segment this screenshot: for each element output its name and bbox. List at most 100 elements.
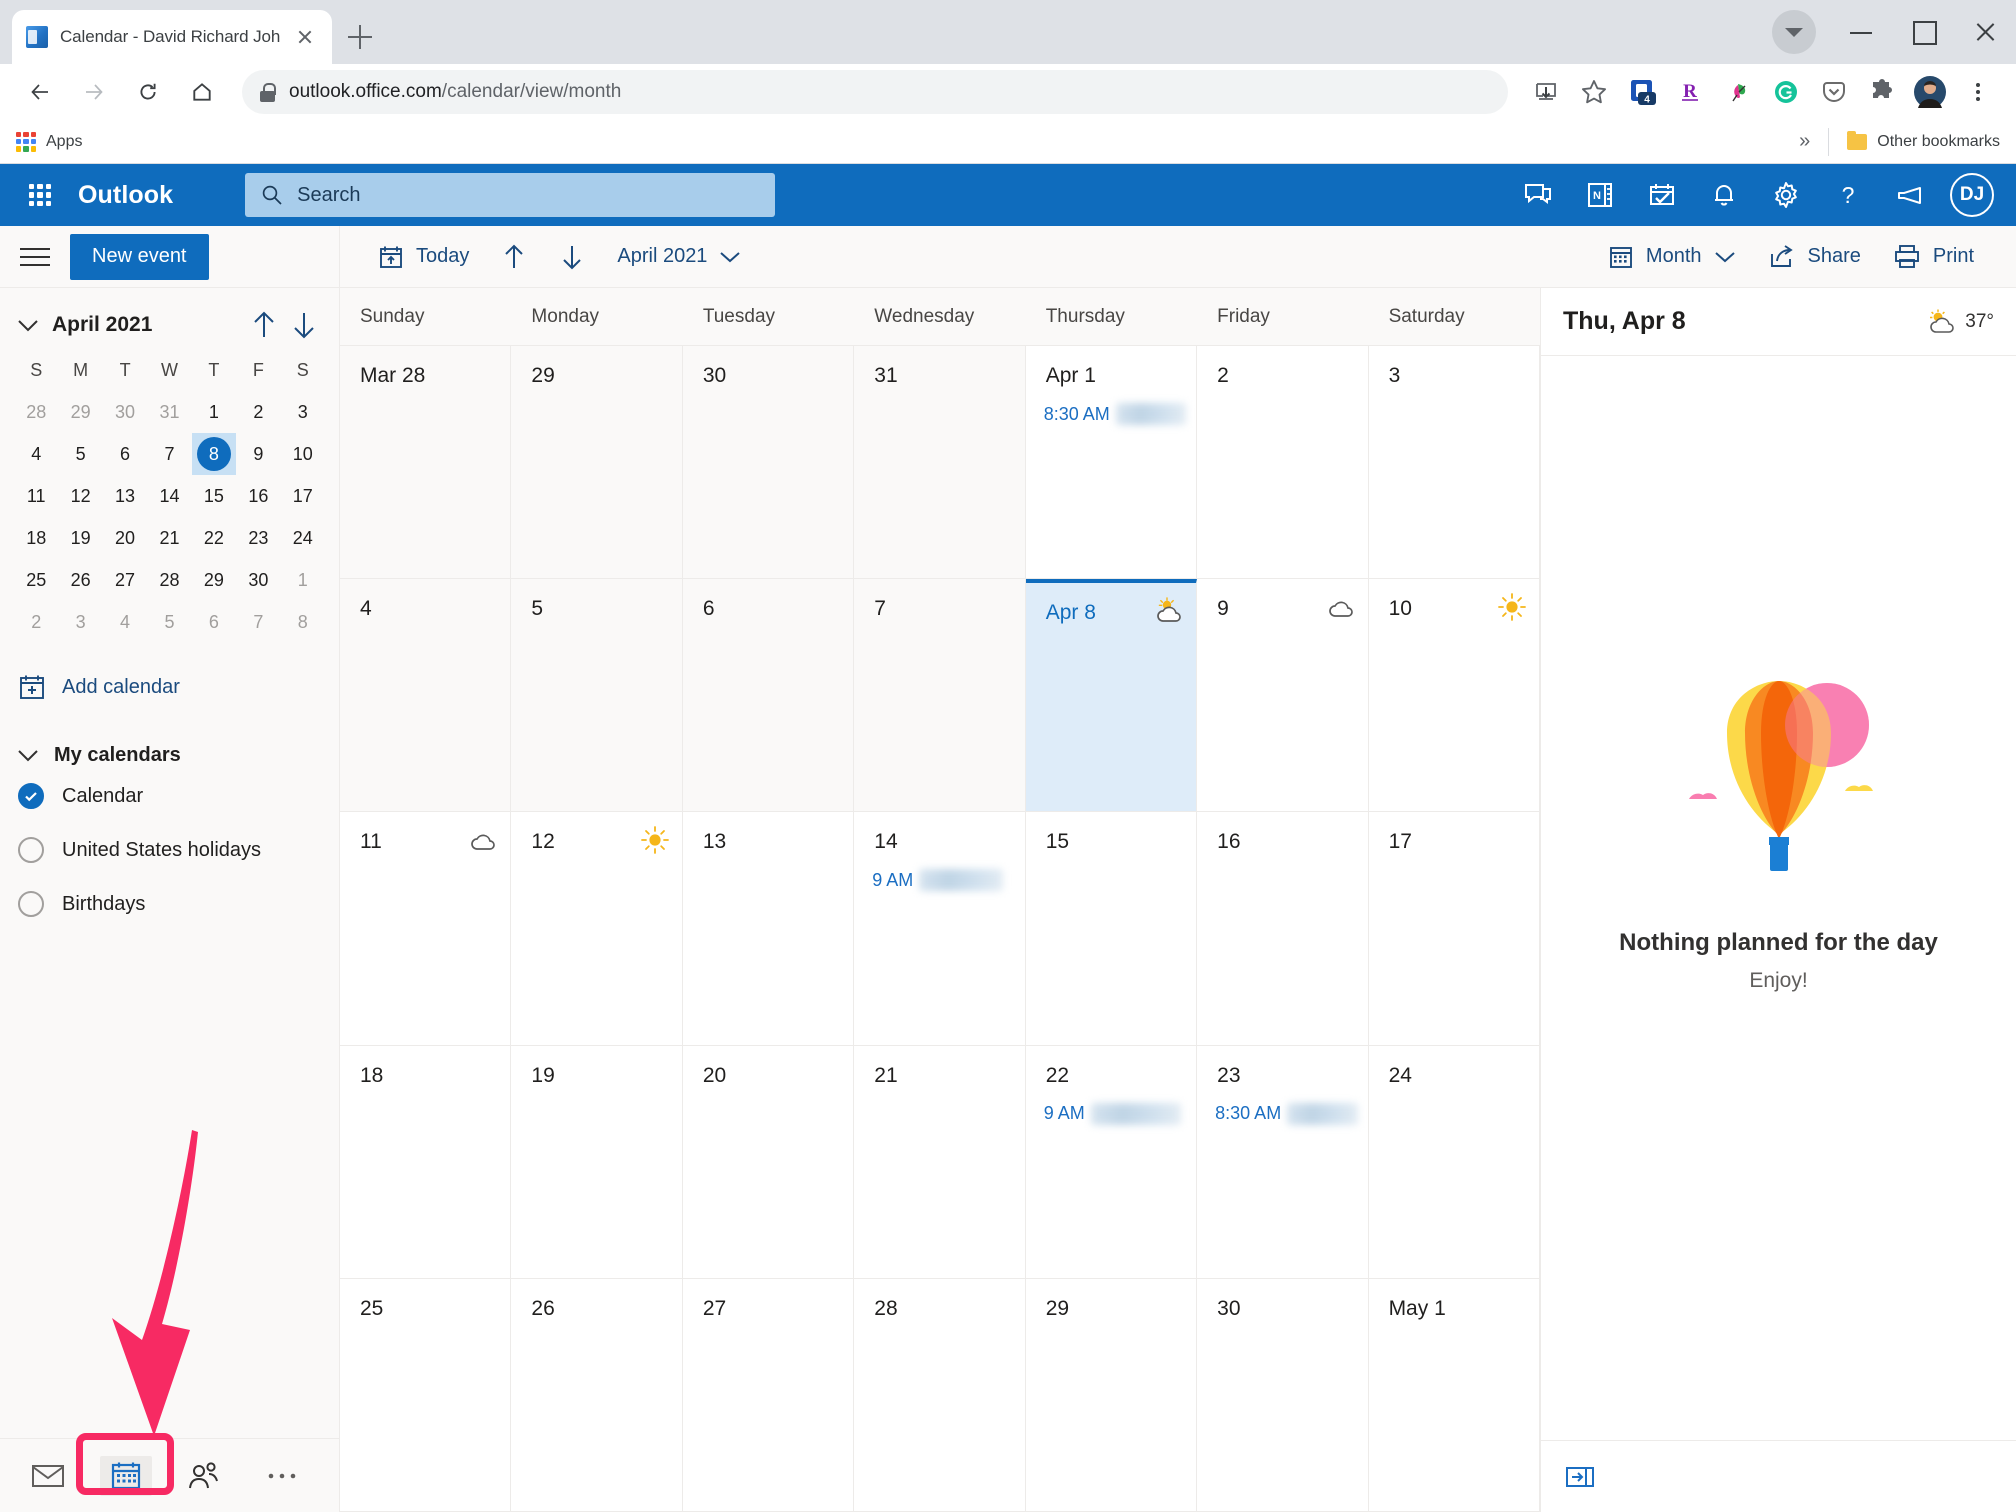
calendar-day-cell[interactable]: 11 [340, 812, 511, 1044]
browser-tab[interactable]: Calendar - David Richard Johnson [12, 10, 332, 64]
calendar-day-cell[interactable]: 12 [511, 812, 682, 1044]
install-app-icon[interactable] [1524, 70, 1568, 114]
home-icon[interactable] [178, 68, 226, 116]
collapse-panel-icon[interactable] [1565, 1464, 1595, 1490]
calendar-day-cell[interactable]: 17 [1369, 812, 1540, 1044]
calendar-event[interactable]: 8:30 AM [1215, 1100, 1357, 1128]
calendar-event[interactable]: 9 AM [872, 866, 1014, 894]
calendar-list-item[interactable]: United States holidays [0, 823, 339, 877]
chevron-down-icon[interactable] [1772, 10, 1816, 54]
mini-calendar-day[interactable]: 6 [103, 433, 147, 475]
extensions-puzzle-icon[interactable] [1860, 70, 1904, 114]
other-bookmarks-folder[interactable]: Other bookmarks [1847, 133, 2000, 151]
checkbox-unchecked-icon[interactable] [18, 837, 44, 863]
add-calendar-button[interactable]: Add calendar [0, 643, 339, 701]
mini-calendar-day[interactable]: 12 [58, 475, 102, 517]
mini-calendar-day[interactable]: 9 [236, 433, 280, 475]
mini-calendar-day[interactable]: 15 [192, 475, 236, 517]
todo-icon[interactable] [1634, 167, 1690, 223]
mini-calendar-day[interactable]: 24 [281, 517, 325, 559]
calendar-day-cell[interactable]: 20 [683, 1046, 854, 1278]
chevron-down-icon[interactable] [14, 311, 42, 339]
today-button[interactable]: Today [362, 234, 485, 280]
close-icon[interactable] [292, 24, 318, 50]
period-picker[interactable]: April 2021 [601, 234, 757, 280]
calendar-day-cell[interactable]: 31 [854, 346, 1025, 578]
mini-calendar-day[interactable]: 18 [14, 517, 58, 559]
calendar-day-cell[interactable]: 25 [340, 1279, 511, 1511]
calendar-day-cell[interactable]: 2 [1197, 346, 1368, 578]
grammarly-icon[interactable] [1764, 70, 1808, 114]
calendar-day-cell[interactable]: 149 AM [854, 812, 1025, 1044]
reload-icon[interactable] [124, 68, 172, 116]
share-button[interactable]: Share [1752, 234, 1877, 280]
mini-calendar-day[interactable]: 28 [14, 391, 58, 433]
calendar-day-cell[interactable]: 6 [683, 579, 854, 811]
calendar-day-cell[interactable]: 30 [683, 346, 854, 578]
address-bar[interactable]: outlook.office.com/calendar/view/month [242, 70, 1508, 114]
calendar-list-item[interactable]: Calendar [0, 769, 339, 823]
arrow-down-icon[interactable] [287, 308, 321, 342]
calendar-app-icon[interactable] [100, 1456, 152, 1496]
mini-calendar-day[interactable]: 25 [14, 559, 58, 601]
help-question-icon[interactable]: ? [1820, 167, 1876, 223]
calendar-day-cell[interactable]: 28 [854, 1279, 1025, 1511]
calendar-day-cell[interactable]: 24 [1369, 1046, 1540, 1278]
mini-calendar-day[interactable]: 8 [281, 601, 325, 643]
avatar[interactable]: DJ [1950, 173, 1994, 217]
readwise-icon[interactable]: R [1668, 70, 1712, 114]
mini-calendar-day[interactable]: 6 [192, 601, 236, 643]
calendar-day-cell[interactable]: May 1 [1369, 1279, 1540, 1511]
mini-calendar-day[interactable]: 17 [281, 475, 325, 517]
bookmarks-overflow-icon[interactable]: » [1799, 130, 1810, 153]
hummingbird-icon[interactable] [1716, 70, 1760, 114]
calendar-day-cell[interactable]: 19 [511, 1046, 682, 1278]
mini-calendar-day[interactable]: 29 [58, 391, 102, 433]
new-tab-button[interactable] [332, 10, 388, 64]
settings-gear-icon[interactable] [1758, 167, 1814, 223]
mini-calendar-day[interactable]: 30 [103, 391, 147, 433]
maximize-icon[interactable] [1892, 0, 1954, 64]
mini-calendar-day[interactable]: 5 [147, 601, 191, 643]
onenote-clipper-icon[interactable]: 4 [1620, 70, 1664, 114]
mini-calendar-day[interactable]: 2 [236, 391, 280, 433]
mini-calendar-day[interactable]: 26 [58, 559, 102, 601]
new-event-button[interactable]: New event [70, 234, 209, 280]
onenote-icon[interactable]: N [1572, 167, 1628, 223]
mini-calendar-title[interactable]: April 2021 [52, 313, 152, 337]
checkbox-checked-icon[interactable] [18, 783, 44, 809]
mini-calendar-day[interactable]: 27 [103, 559, 147, 601]
back-arrow-icon[interactable] [16, 68, 64, 116]
mini-calendar-day[interactable]: 19 [58, 517, 102, 559]
calendar-day-cell[interactable]: Mar 28 [340, 346, 511, 578]
arrow-up-icon[interactable] [247, 308, 281, 342]
outlook-brand[interactable]: Outlook [78, 181, 173, 210]
mini-calendar-day[interactable]: 22 [192, 517, 236, 559]
calendar-day-cell[interactable]: 10 [1369, 579, 1540, 811]
browser-profile-avatar[interactable] [1908, 70, 1952, 114]
mini-calendar-day[interactable]: 20 [103, 517, 147, 559]
mini-calendar-day[interactable]: 29 [192, 559, 236, 601]
calendar-day-cell[interactable]: 9 [1197, 579, 1368, 811]
mini-calendar-day[interactable]: 14 [147, 475, 191, 517]
mini-calendar-day[interactable]: 21 [147, 517, 191, 559]
calendar-day-cell[interactable]: 27 [683, 1279, 854, 1511]
mail-app-icon[interactable] [22, 1456, 74, 1496]
calendar-day-cell[interactable]: 18 [340, 1046, 511, 1278]
calendar-day-cell[interactable]: 15 [1026, 812, 1197, 1044]
mini-calendar-day[interactable]: 7 [147, 433, 191, 475]
calendar-day-cell[interactable]: 29 [1026, 1279, 1197, 1511]
mini-calendar-day[interactable]: 23 [236, 517, 280, 559]
calendar-day-cell[interactable]: 5 [511, 579, 682, 811]
my-calendars-header[interactable]: My calendars [0, 701, 339, 769]
checkbox-unchecked-icon[interactable] [18, 891, 44, 917]
print-button[interactable]: Print [1877, 234, 1990, 280]
people-app-icon[interactable] [178, 1456, 230, 1496]
pocket-icon[interactable] [1812, 70, 1856, 114]
bookmark-star-icon[interactable] [1572, 70, 1616, 114]
mini-calendar-day[interactable]: 7 [236, 601, 280, 643]
calendar-event[interactable]: 8:30 AM [1044, 400, 1186, 428]
mini-calendar-day[interactable]: 4 [103, 601, 147, 643]
mini-calendar-day[interactable]: 11 [14, 475, 58, 517]
calendar-day-cell[interactable]: 16 [1197, 812, 1368, 1044]
